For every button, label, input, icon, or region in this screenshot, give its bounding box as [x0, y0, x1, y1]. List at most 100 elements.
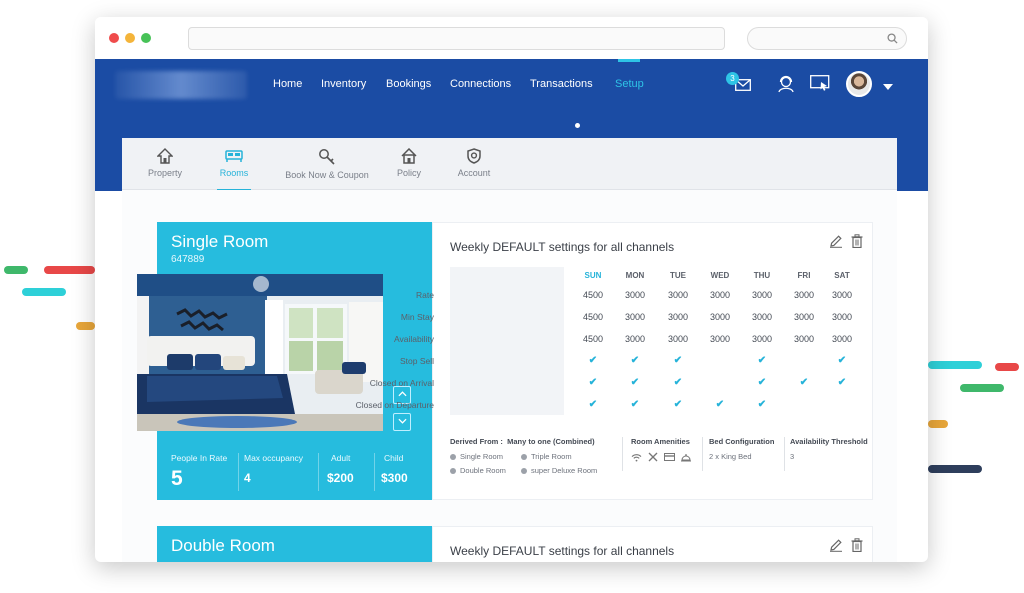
tab-account[interactable]: Account [455, 138, 493, 190]
day-header: FRI [797, 271, 811, 280]
row-label-min-stay: Min Stay [400, 312, 434, 322]
tab-label: Policy [396, 168, 421, 178]
room-code: 647889 [171, 254, 205, 265]
rate-cell[interactable]: 3000 [822, 312, 862, 322]
nav-home[interactable]: Home [273, 78, 302, 90]
room-details-footer: Derived From : Many to one (Combined) Si… [450, 437, 870, 487]
check-icon[interactable]: ✔ [573, 355, 613, 366]
close-window-dot[interactable] [109, 33, 119, 43]
photo-next-button[interactable] [393, 413, 411, 431]
max-occupancy-label: Max occupancy [244, 453, 304, 463]
bed-configuration-value: 2 x King Bed [709, 452, 752, 461]
stat-divider [318, 453, 319, 491]
top-navbar: Home Inventory Bookings Connections Tran… [95, 59, 928, 111]
check-icon[interactable]: ✔ [573, 399, 613, 410]
rate-cell[interactable]: 3000 [742, 334, 782, 344]
rate-cell[interactable]: 3000 [784, 334, 824, 344]
rate-cell[interactable]: 3000 [784, 290, 824, 300]
room-settings-double: Weekly DEFAULT settings for all channels [432, 526, 873, 562]
nav-connections[interactable]: Connections [450, 78, 511, 90]
property-icon [157, 148, 173, 164]
avatar[interactable] [846, 71, 872, 97]
address-bar[interactable] [188, 27, 725, 50]
room-amenities-label: Room Amenities [631, 437, 690, 446]
derived-from-prefix: Derived From : [450, 437, 503, 446]
support-icon[interactable] [777, 75, 795, 93]
check-icon[interactable]: ✔ [742, 399, 782, 410]
rate-cell[interactable]: 3000 [700, 334, 740, 344]
child-value: $300 [381, 471, 408, 485]
tab-rooms[interactable]: Rooms [217, 138, 251, 191]
rate-cell[interactable]: 3000 [658, 334, 698, 344]
check-icon[interactable]: ✔ [742, 377, 782, 388]
rate-cell[interactable]: 3000 [658, 312, 698, 322]
check-icon[interactable]: ✔ [658, 377, 698, 388]
check-icon[interactable]: ✔ [742, 355, 782, 366]
house-icon [401, 148, 417, 164]
decor-streak [960, 384, 1004, 392]
check-icon[interactable]: ✔ [822, 355, 862, 366]
rate-cell[interactable]: 3000 [615, 334, 655, 344]
decor-streak [928, 420, 948, 428]
rate-cell[interactable]: 3000 [742, 290, 782, 300]
check-icon[interactable]: ✔ [822, 377, 862, 388]
check-icon[interactable]: ✔ [784, 377, 824, 388]
check-icon[interactable]: ✔ [615, 355, 655, 366]
rate-cell[interactable]: 3000 [615, 312, 655, 322]
nav-bookings[interactable]: Bookings [386, 78, 431, 90]
tab-property[interactable]: Property [138, 138, 192, 190]
rate-cell[interactable]: 3000 [822, 290, 862, 300]
card-icon [664, 453, 675, 461]
stage: Home Inventory Bookings Connections Tran… [0, 0, 1024, 593]
browser-search-field[interactable] [747, 27, 907, 50]
check-icon[interactable]: ✔ [700, 399, 740, 410]
decor-streak [76, 322, 95, 330]
room-stats: People In Rate 5 Max occupancy 4 Adult $… [157, 445, 432, 500]
max-occupancy-value: 4 [244, 471, 251, 485]
rate-cell[interactable]: 3000 [658, 290, 698, 300]
day-header: MON [625, 271, 645, 280]
check-icon[interactable]: ✔ [573, 377, 613, 388]
browser-chrome [95, 17, 928, 59]
brand-logo[interactable] [115, 71, 247, 99]
row-label-availability: Availability [393, 334, 434, 344]
rate-cell[interactable]: 4500 [573, 290, 613, 300]
rate-cell[interactable]: 3000 [822, 334, 862, 344]
nav-setup[interactable]: Setup [615, 78, 644, 90]
check-icon[interactable]: ✔ [658, 399, 698, 410]
rate-cell[interactable]: 3000 [615, 290, 655, 300]
settings-title: Weekly DEFAULT settings for all channels [450, 544, 675, 558]
carousel-dot[interactable] [575, 123, 580, 128]
check-icon[interactable]: ✔ [615, 399, 655, 410]
minimize-window-dot[interactable] [125, 33, 135, 43]
child-label: Child [384, 453, 404, 463]
restaurant-icon [648, 452, 658, 462]
maximize-window-dot[interactable] [141, 33, 151, 43]
row-label-closed-on-departure: Closed on Departure [355, 400, 434, 410]
rate-cell[interactable]: 3000 [742, 312, 782, 322]
nav-transactions[interactable]: Transactions [530, 78, 593, 90]
rate-cell[interactable]: 3000 [700, 312, 740, 322]
nav-inventory[interactable]: Inventory [321, 78, 366, 90]
check-icon[interactable]: ✔ [615, 377, 655, 388]
delete-icon[interactable] [851, 234, 863, 248]
bed-configuration-label: Bed Configuration [709, 437, 775, 446]
day-header: SAT [834, 271, 850, 280]
tab-policy[interactable]: Policy [394, 138, 424, 190]
chevron-down-icon[interactable] [883, 84, 893, 90]
rate-cell[interactable]: 4500 [573, 312, 613, 322]
day-header: THU [753, 271, 771, 280]
tab-label: Rooms [219, 168, 249, 178]
tab-book-now-coupon[interactable]: Book Now & Coupon [282, 138, 372, 190]
rate-cell[interactable]: 3000 [784, 312, 824, 322]
delete-icon[interactable] [851, 538, 863, 552]
edit-icon[interactable] [829, 538, 843, 552]
rate-cell[interactable]: 3000 [700, 290, 740, 300]
tab-label: Book Now & Coupon [285, 170, 369, 180]
screen-icon[interactable] [810, 75, 830, 92]
edit-icon[interactable] [829, 234, 843, 248]
check-icon[interactable]: ✔ [658, 355, 698, 366]
rate-cell[interactable]: 4500 [573, 334, 613, 344]
row-label-column [450, 267, 564, 415]
derived-room-item: Triple Room [521, 452, 572, 461]
